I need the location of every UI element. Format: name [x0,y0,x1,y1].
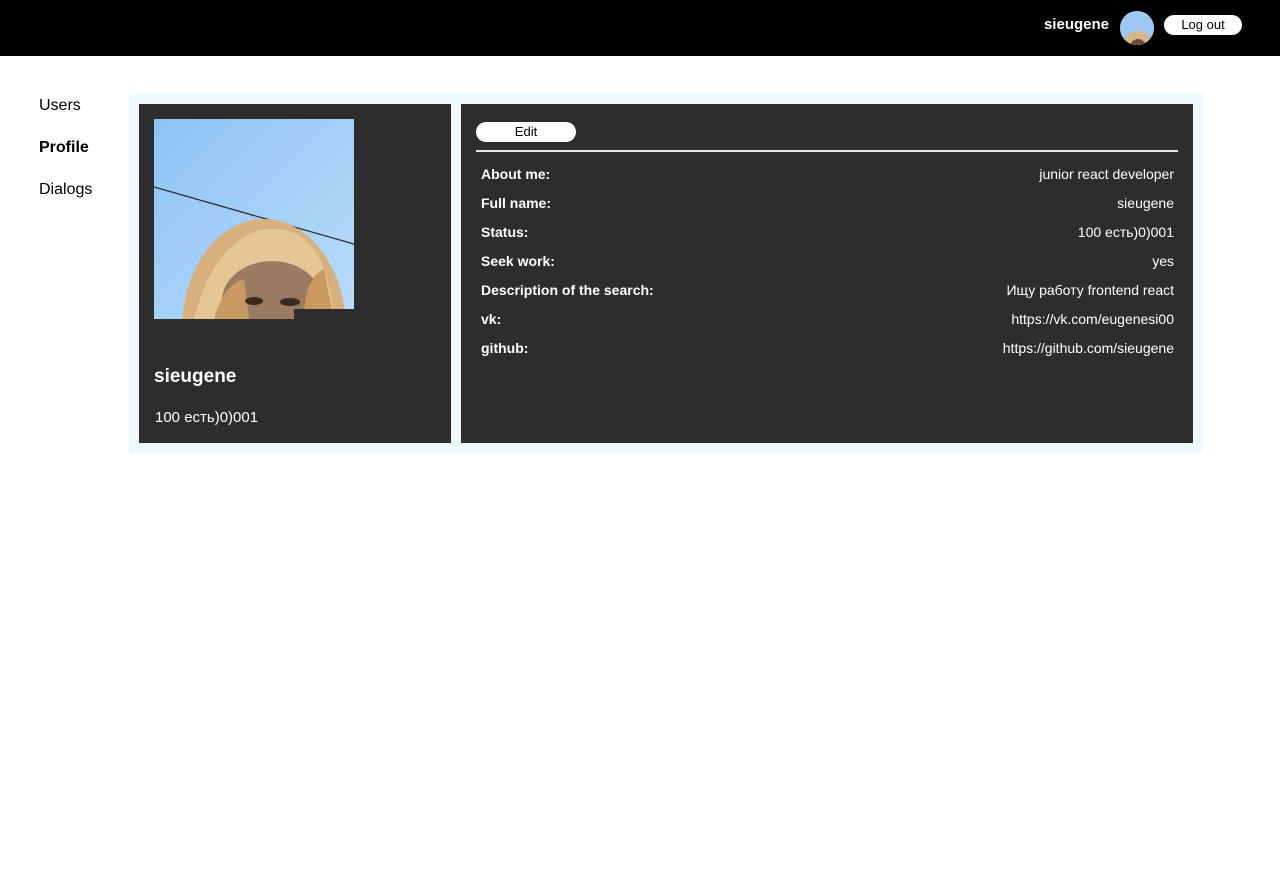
detail-row-seek-work: Seek work: yes [481,253,1174,282]
detail-row-github: github: https://github.com/sieugene [481,340,1174,369]
github-link[interactable]: https://github.com/sieugene [1003,340,1174,369]
profile-details-list: About me: junior react developer Full na… [481,166,1174,369]
profile-content: sieugene 100 есть)0)001 Edit About me: j… [129,94,1203,453]
profile-info-card: Edit About me: junior react developer Fu… [461,104,1193,443]
edit-button[interactable]: Edit [476,122,576,142]
profile-status[interactable]: 100 есть)0)001 [155,409,258,426]
top-header: sieugene Log out [0,0,1280,56]
detail-row-status: Status: 100 есть)0)001 [481,224,1174,253]
detail-value: 100 есть)0)001 [1077,224,1174,240]
detail-row-vk: vk: https://vk.com/eugenesi00 [481,311,1174,340]
detail-value: yes [1152,253,1174,269]
logout-button[interactable]: Log out [1164,15,1242,35]
detail-label: Description of the search: [481,282,654,298]
detail-value: Ищу работу frontend react [1006,282,1174,298]
detail-value: junior react developer [1039,166,1174,182]
detail-label: Seek work: [481,253,555,269]
profile-card: sieugene 100 есть)0)001 [139,104,451,443]
detail-row-about: About me: junior react developer [481,166,1174,195]
nav-item-users[interactable]: Users [39,96,92,138]
detail-label: vk: [481,311,502,327]
detail-label: github: [481,340,529,356]
nav-item-profile[interactable]: Profile [39,138,92,180]
detail-label: Status: [481,224,529,240]
detail-value: sieugene [1117,195,1174,211]
divider [476,150,1178,152]
detail-row-search-description: Description of the search: Ищу работу fr… [481,282,1174,311]
detail-row-full-name: Full name: sieugene [481,195,1174,224]
avatar-photo-icon [1120,11,1154,45]
nav-item-dialogs[interactable]: Dialogs [39,180,92,222]
profile-photo-image [154,119,354,319]
detail-label: Full name: [481,195,552,211]
header-username: sieugene [1043,16,1109,33]
profile-photo [154,119,354,319]
user-avatar[interactable] [1120,11,1154,45]
profile-name: sieugene [154,366,237,387]
vk-link[interactable]: https://vk.com/eugenesi00 [1011,311,1174,340]
sidebar-nav: Users Profile Dialogs [39,96,92,222]
detail-label: About me: [481,166,551,182]
